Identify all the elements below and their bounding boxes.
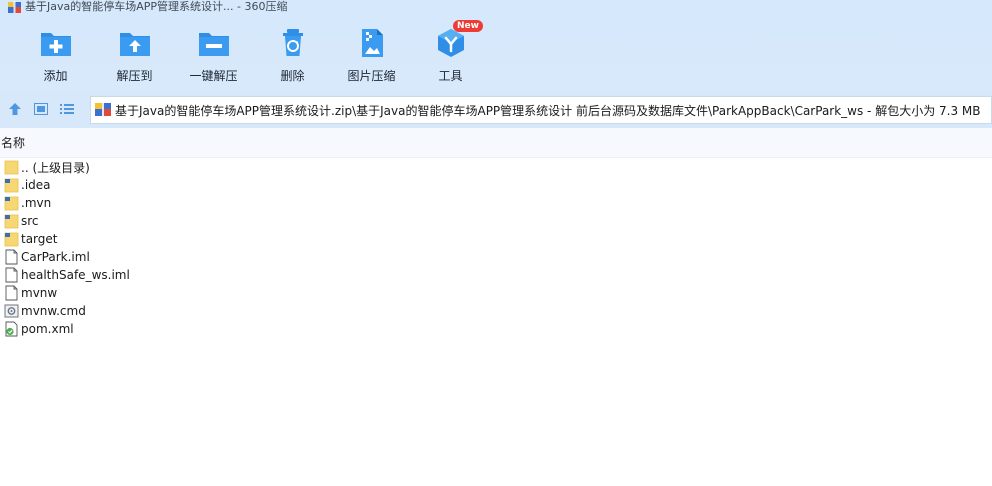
arrow-up-icon [8, 102, 22, 119]
window-title: 基于Java的智能停车场APP管理系统设计... - 360压缩 [25, 0, 288, 13]
file-list: .. (上级目录) .idea .mvn src target CarPark.… [0, 158, 992, 338]
list-view-button[interactable] [56, 99, 78, 121]
file-name: mvnw [21, 286, 58, 300]
file-name: target [21, 232, 58, 246]
tools-icon [434, 28, 468, 58]
cmd-file-icon [4, 303, 19, 319]
archive-app-icon [8, 1, 21, 13]
one-click-extract-icon [197, 28, 231, 58]
file-name: pom.xml [21, 322, 74, 336]
tools-label: 工具 [438, 69, 463, 83]
column-name-header[interactable]: 名称 [1, 134, 25, 151]
add-button[interactable]: 添加 [16, 14, 95, 92]
list-item[interactable]: CarPark.iml [0, 248, 992, 266]
file-name: src [21, 214, 39, 228]
delete-label: 删除 [280, 69, 305, 83]
extract-to-button[interactable]: 解压到 [95, 14, 174, 92]
thumbnail-view-icon [34, 102, 48, 118]
file-icon [4, 285, 19, 301]
list-item[interactable]: mvnw.cmd [0, 302, 992, 320]
xml-file-icon [4, 321, 19, 337]
delete-button[interactable]: 删除 [253, 14, 332, 92]
tools-button[interactable]: New 工具 [411, 14, 490, 92]
extract-to-icon [118, 28, 152, 58]
list-item[interactable]: .idea [0, 176, 992, 194]
one-click-extract-button[interactable]: 一键解压 [174, 14, 253, 92]
add-label: 添加 [43, 69, 68, 83]
column-header: 名称 [0, 128, 992, 158]
image-compress-icon [355, 28, 389, 58]
file-name: mvnw.cmd [21, 304, 86, 318]
file-name: .. (上级目录) [21, 160, 90, 175]
folder-icon [4, 231, 19, 247]
image-compress-label: 图片压缩 [347, 69, 396, 83]
folder-icon [4, 177, 19, 193]
list-item[interactable]: pom.xml [0, 320, 992, 338]
list-item[interactable]: .mvn [0, 194, 992, 212]
list-item[interactable]: target [0, 230, 992, 248]
file-icon [4, 249, 19, 265]
list-view-icon [60, 103, 74, 118]
delete-icon [276, 28, 310, 58]
image-compress-button[interactable]: 图片压缩 [332, 14, 411, 92]
list-item[interactable]: healthSafe_ws.iml [0, 266, 992, 284]
address-field[interactable]: 基于Java的智能停车场APP管理系统设计.zip\基于Java的智能停车场AP… [90, 96, 992, 124]
folder-icon [4, 213, 19, 229]
one-click-extract-label: 一键解压 [189, 69, 238, 83]
address-bar: 基于Java的智能停车场APP管理系统设计.zip\基于Java的智能停车场AP… [0, 92, 992, 128]
add-icon [39, 28, 73, 58]
address-path: 基于Java的智能停车场APP管理系统设计.zip\基于Java的智能停车场AP… [115, 103, 981, 118]
main-toolbar: 添加 解压到 一键解压 删除 图片压缩 New 工具 [0, 14, 992, 92]
file-name: .mvn [21, 196, 52, 210]
folder-icon [4, 195, 19, 211]
file-name: CarPark.iml [21, 250, 90, 264]
new-badge: New [453, 20, 483, 32]
up-directory-button[interactable] [4, 99, 26, 121]
list-item-parent-directory[interactable]: .. (上级目录) [0, 158, 992, 176]
extract-to-label: 解压到 [116, 69, 153, 83]
list-item[interactable]: src [0, 212, 992, 230]
file-icon [4, 267, 19, 283]
title-bar: 基于Java的智能停车场APP管理系统设计... - 360压缩 [0, 0, 992, 14]
list-item[interactable]: mvnw [0, 284, 992, 302]
archive-icon [95, 101, 111, 119]
file-name: healthSafe_ws.iml [21, 268, 130, 282]
folder-icon [4, 159, 19, 175]
file-name: .idea [21, 178, 51, 192]
thumbnail-view-button[interactable] [30, 99, 52, 121]
